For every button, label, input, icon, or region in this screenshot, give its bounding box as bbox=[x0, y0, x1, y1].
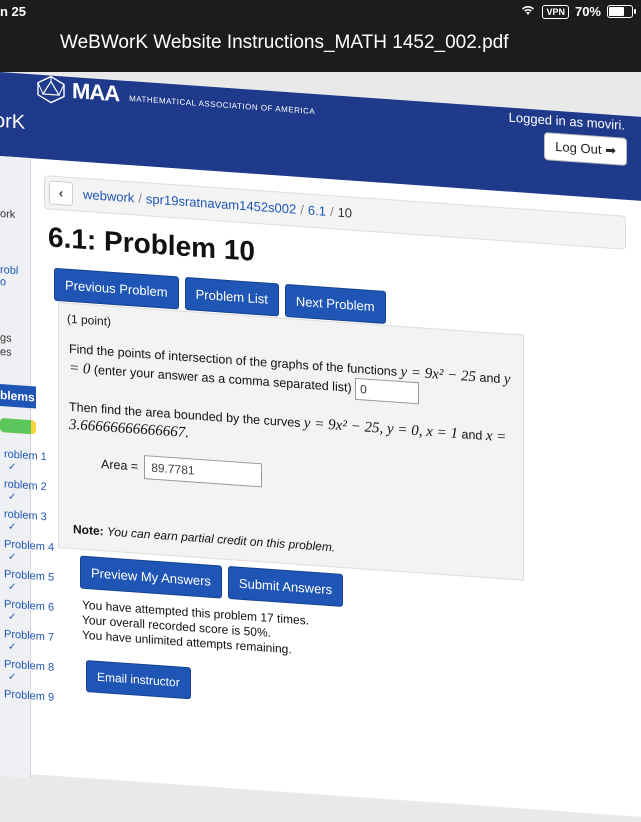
check-icon: ✓ bbox=[8, 641, 17, 654]
maa-logo-subtitle: MATHEMATICAL ASSOCIATION OF AMERICA bbox=[129, 93, 316, 116]
question-2-and: and bbox=[461, 427, 483, 443]
partial-credit-note: Note: You can earn partial credit on thi… bbox=[73, 522, 335, 554]
area-answer-input[interactable]: 89.7781 bbox=[144, 455, 263, 488]
area-row: Area = 89.7781 bbox=[101, 452, 263, 488]
battery-percent: 70% bbox=[574, 4, 601, 19]
breadcrumb-item-course[interactable]: spr19sratnavam1452s002 bbox=[146, 191, 296, 217]
check-icon: ✓ bbox=[8, 611, 17, 624]
problem-list-button[interactable]: Problem List bbox=[184, 276, 279, 317]
sidebar: ork robl o gs es blems roblem 1 ✓ roblem 2… bbox=[0, 156, 54, 779]
attempts-info: You have attempted this problem 17 times… bbox=[82, 598, 309, 659]
next-problem-button[interactable]: Next Problem bbox=[284, 283, 386, 324]
sidebar-item-problems-cont[interactable]: o bbox=[0, 276, 6, 288]
question-1-and: and bbox=[479, 370, 501, 386]
battery-icon bbox=[607, 5, 636, 18]
breadcrumb-item-set[interactable]: 6.1 bbox=[308, 203, 326, 219]
progress-bar bbox=[0, 418, 36, 435]
document-title: WeBWorK Website Instructions_MATH 1452_0… bbox=[60, 32, 509, 53]
problem-points: (1 point) bbox=[67, 311, 112, 329]
note-label: Note: bbox=[73, 522, 104, 539]
maa-logo[interactable]: MAA MATHEMATICAL ASSOCIATION OF AMERICA bbox=[36, 75, 315, 123]
vpn-badge: VPN bbox=[542, 4, 569, 19]
logout-icon: ➡ bbox=[605, 142, 616, 159]
page-title: 6.1: Problem 10 bbox=[48, 221, 255, 267]
question-2-equation: y = 9x² − 25, y = 0, x = 1 bbox=[303, 415, 459, 443]
check-icon: ✓ bbox=[8, 581, 17, 594]
check-icon: ✓ bbox=[8, 461, 17, 474]
site-name[interactable]: orK bbox=[0, 110, 25, 135]
sidebar-problem-link[interactable]: Problem 9 bbox=[4, 688, 54, 704]
check-icon: ✓ bbox=[8, 671, 17, 684]
status-time: n 25 bbox=[0, 4, 27, 19]
breadcrumb-item-problem: 10 bbox=[337, 204, 353, 221]
status-icons: VPN 70% bbox=[520, 4, 636, 19]
top-bar: n 25 VPN 70% WeBWorK Website Instruction… bbox=[0, 0, 641, 72]
intersection-answer-input[interactable]: 0 bbox=[355, 377, 420, 405]
back-button[interactable]: ‹ bbox=[49, 180, 73, 207]
submit-answers-button[interactable]: Submit Answers bbox=[227, 565, 344, 607]
check-icon: ✓ bbox=[8, 551, 17, 564]
webwork-page: MAA MATHEMATICAL ASSOCIATION OF AMERICA … bbox=[0, 72, 641, 819]
check-icon: ✓ bbox=[8, 491, 17, 504]
sidebar-item-webwork[interactable]: ork bbox=[0, 208, 15, 221]
sidebar-problems-heading: blems bbox=[0, 384, 36, 409]
maa-logo-text: MAA bbox=[72, 78, 120, 107]
email-instructor-button[interactable]: Email instructor bbox=[86, 660, 191, 700]
wifi-icon bbox=[520, 4, 536, 19]
note-text: You can earn partial credit on this prob… bbox=[107, 524, 336, 555]
preview-answers-button[interactable]: Preview My Answers bbox=[80, 555, 222, 599]
maa-icosahedron-icon bbox=[37, 75, 65, 104]
logout-button[interactable]: Log Out ➡ bbox=[544, 132, 627, 166]
battery-fill bbox=[609, 7, 624, 16]
progress-fill bbox=[0, 418, 31, 435]
breadcrumb-item-webwork[interactable]: webwork bbox=[83, 187, 134, 206]
area-label: Area = bbox=[101, 457, 139, 474]
sidebar-item-grades[interactable]: es bbox=[0, 346, 12, 359]
question-1: Find the points of intersection of the g… bbox=[69, 340, 514, 411]
breadcrumb-path: webwork / spr19sratnavam1452s002/6.1/10 bbox=[83, 186, 353, 221]
problem-body: (1 point) Find the points of intersectio… bbox=[58, 302, 524, 581]
logged-in-text: Logged in as moviri. bbox=[508, 109, 625, 133]
logout-label: Log Out bbox=[555, 138, 602, 158]
sidebar-item-settings[interactable]: gs bbox=[0, 332, 12, 345]
check-icon: ✓ bbox=[8, 521, 17, 534]
